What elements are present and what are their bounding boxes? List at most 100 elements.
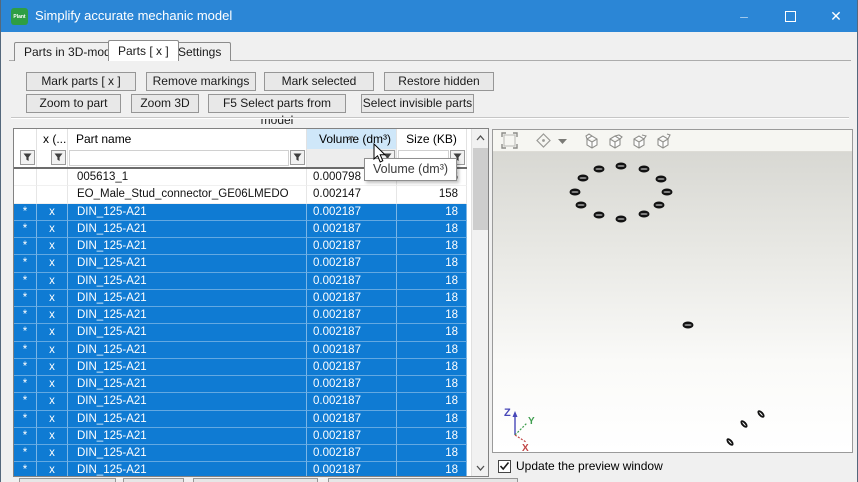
table-row[interactable]: * x DIN_125-A21 0.002187 18 — [14, 255, 467, 272]
window-title: Simplify accurate mechanic model — [35, 0, 232, 32]
close-button[interactable]: ✕ — [813, 0, 858, 32]
washer-part[interactable] — [739, 419, 749, 429]
washer-part[interactable] — [594, 212, 605, 219]
table-row[interactable]: * x DIN_125-A21 0.002187 18 — [14, 445, 467, 462]
filter-funnel-icon[interactable] — [20, 150, 35, 165]
row-x-cell: x — [37, 290, 68, 307]
checkmark-icon — [499, 461, 510, 471]
vertical-scrollbar[interactable] — [471, 129, 488, 476]
header-size-column[interactable]: Size (KB) — [397, 129, 467, 149]
row-size-cell: 18 — [397, 411, 467, 428]
row-part-name-cell: DIN_125-A21 — [68, 462, 307, 476]
row-size-cell: 158 — [397, 186, 467, 203]
table-row[interactable]: * x DIN_125-A21 0.002187 18 — [14, 238, 467, 255]
dropdown-arrow-icon[interactable] — [558, 138, 567, 144]
maximize-button[interactable] — [767, 0, 813, 32]
filter-cell-part-name[interactable] — [68, 149, 307, 167]
table-row[interactable]: * x DIN_125-A21 0.002187 18 — [14, 359, 467, 376]
row-part-name-cell: DIN_125-A21 — [68, 273, 307, 290]
header-x-column[interactable]: x (... — [37, 129, 68, 149]
zoom-to-part-button[interactable]: Zoom to part — [26, 94, 121, 113]
row-volume-cell: 0.002187 — [307, 393, 397, 410]
row-x-cell: x — [37, 445, 68, 462]
row-size-cell: 18 — [397, 221, 467, 238]
view-cube-icon[interactable] — [655, 133, 672, 149]
row-marker-cell: * — [14, 273, 37, 290]
scroll-up-arrow-icon[interactable] — [472, 129, 489, 146]
washer-part[interactable] — [662, 189, 673, 196]
cut-off-button[interactable] — [123, 478, 184, 482]
row-volume-cell: 0.002187 — [307, 428, 397, 445]
scrollbar-thumb[interactable] — [473, 148, 488, 230]
washer-part[interactable] — [725, 437, 735, 447]
row-part-name-cell: DIN_125-A21 — [68, 428, 307, 445]
table-row[interactable]: * x DIN_125-A21 0.002187 18 — [14, 428, 467, 445]
locate-icon[interactable] — [536, 133, 551, 148]
part-name-filter-input[interactable] — [69, 150, 289, 166]
table-row[interactable]: * x DIN_125-A21 0.002187 18 — [14, 393, 467, 410]
zoom-3d-button[interactable]: Zoom 3D — [131, 94, 199, 113]
cut-off-button[interactable] — [193, 478, 318, 482]
washer-part[interactable] — [616, 163, 627, 170]
minimize-button[interactable]: – — [721, 0, 767, 32]
view-cube-icon[interactable] — [631, 133, 648, 149]
washer-part[interactable] — [654, 202, 665, 209]
washer-part[interactable] — [639, 211, 650, 218]
washer-part[interactable] — [576, 202, 587, 209]
filter-funnel-icon[interactable] — [290, 150, 305, 165]
table-body: 005613_1 0.000798 2396 EO_Male_Stud_conn… — [14, 169, 467, 476]
row-marker-cell: * — [14, 324, 37, 341]
table-row[interactable]: * x DIN_125-A21 0.002187 18 — [14, 290, 467, 307]
fit-view-icon[interactable] — [501, 132, 518, 149]
preview-panel[interactable]: Z Y X — [492, 129, 853, 453]
table-row[interactable]: * x DIN_125-A21 0.002187 18 — [14, 411, 467, 428]
row-marker-cell: * — [14, 221, 37, 238]
table-row[interactable]: * x DIN_125-A21 0.002187 18 — [14, 342, 467, 359]
washer-part[interactable] — [756, 409, 766, 419]
table-row[interactable]: EO_Male_Stud_connector_GE06LMEDO 0.00214… — [14, 186, 467, 203]
view-cube-icon[interactable] — [607, 133, 624, 149]
table-row[interactable]: * x DIN_125-A21 0.002187 18 — [14, 204, 467, 221]
table-row[interactable]: * x DIN_125-A21 0.002187 18 — [14, 462, 467, 476]
filter-cell-marker[interactable] — [14, 149, 37, 167]
row-marker-cell: * — [14, 411, 37, 428]
washer-part[interactable] — [570, 189, 581, 196]
row-marker-cell: * — [14, 342, 37, 359]
cut-off-button[interactable] — [19, 478, 116, 482]
filter-funnel-icon[interactable] — [51, 150, 66, 165]
mark-parts-button[interactable]: Mark parts [ x ] — [26, 72, 136, 91]
tab-parts-x[interactable]: Parts [ x ] — [108, 40, 179, 61]
row-size-cell: 18 — [397, 393, 467, 410]
title-bar[interactable]: Plant Simplify accurate mechanic model –… — [1, 0, 858, 32]
washer-part[interactable] — [578, 175, 589, 182]
row-part-name-cell: DIN_125-A21 — [68, 255, 307, 272]
filter-cell-x[interactable] — [37, 149, 68, 167]
preview-viewport[interactable]: Z Y X — [493, 152, 852, 452]
row-volume-cell: 0.002187 — [307, 411, 397, 428]
view-cube-icon[interactable] — [583, 133, 600, 149]
washer-part[interactable] — [639, 166, 650, 173]
washer-part[interactable] — [594, 166, 605, 173]
update-preview-checkbox[interactable] — [498, 460, 511, 473]
row-part-name-cell: DIN_125-A21 — [68, 445, 307, 462]
washer-part[interactable] — [683, 322, 694, 329]
washer-part[interactable] — [656, 176, 667, 183]
remove-markings-button[interactable]: Remove markings — [146, 72, 256, 91]
header-marker-column[interactable] — [14, 129, 37, 149]
header-part-name-column[interactable]: Part name — [68, 129, 307, 149]
washer-part[interactable] — [616, 216, 627, 223]
cut-off-button[interactable] — [328, 478, 518, 482]
f5-select-parts-button[interactable]: F5 Select parts from model — [208, 94, 346, 113]
table-row[interactable]: * x DIN_125-A21 0.002187 18 — [14, 273, 467, 290]
row-size-cell: 18 — [397, 445, 467, 462]
row-marker-cell: * — [14, 307, 37, 324]
table-row[interactable]: * x DIN_125-A21 0.002187 18 — [14, 376, 467, 393]
table-row[interactable]: * x DIN_125-A21 0.002187 18 — [14, 307, 467, 324]
select-invisible-parts-button[interactable]: Select invisible parts — [361, 94, 474, 113]
scroll-down-arrow-icon[interactable] — [472, 459, 489, 476]
restore-hidden-button[interactable]: Restore hidden — [384, 72, 494, 91]
mark-selected-button[interactable]: Mark selected — [264, 72, 374, 91]
table-row[interactable]: * x DIN_125-A21 0.002187 18 — [14, 324, 467, 341]
row-marker-cell: * — [14, 255, 37, 272]
table-row[interactable]: * x DIN_125-A21 0.002187 18 — [14, 221, 467, 238]
